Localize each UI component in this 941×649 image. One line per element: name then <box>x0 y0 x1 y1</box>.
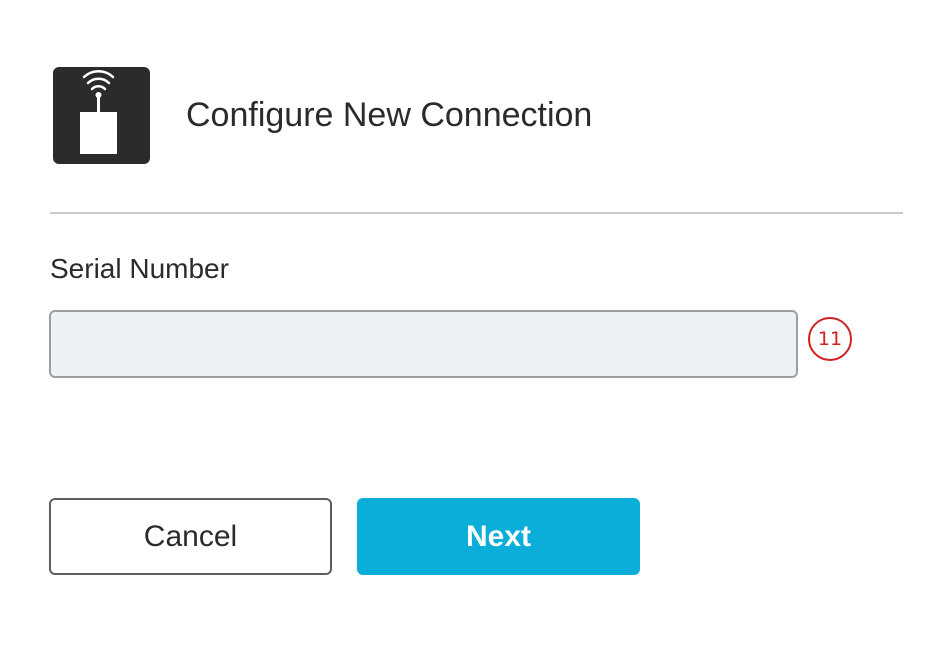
annotation-marker: 11 <box>808 317 852 361</box>
cancel-button[interactable]: Cancel <box>49 498 332 575</box>
header-divider <box>50 212 903 214</box>
serial-number-input[interactable] <box>49 310 798 378</box>
serial-number-label: Serial Number <box>50 253 229 284</box>
page-title: Configure New Connection <box>186 96 593 134</box>
wireless-device-icon <box>53 67 150 164</box>
next-button[interactable]: Next <box>357 498 640 575</box>
